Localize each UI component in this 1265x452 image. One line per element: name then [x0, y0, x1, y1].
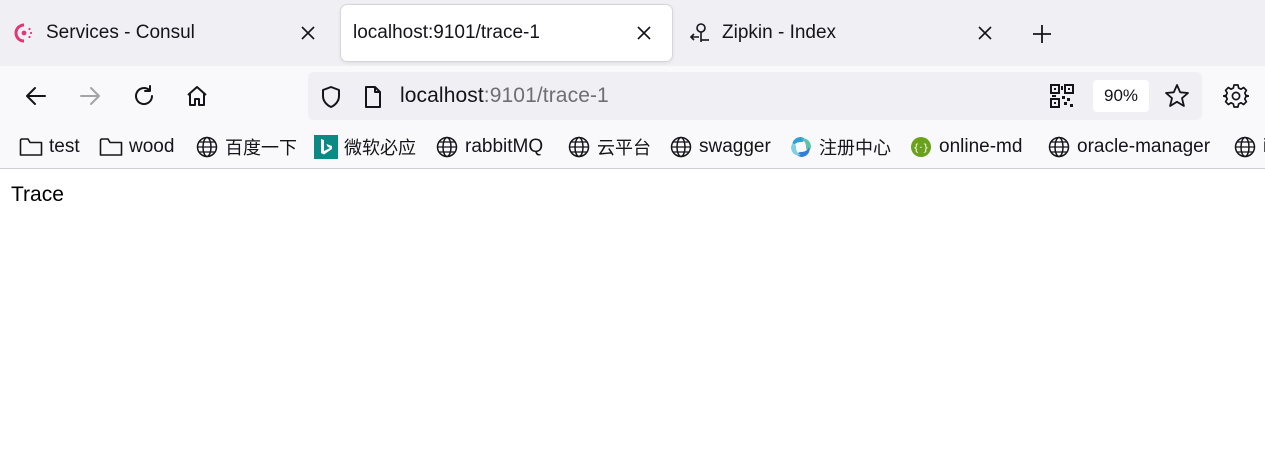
folder-icon [99, 135, 123, 159]
forward-button[interactable] [74, 80, 106, 112]
bookmark-bing[interactable]: 微软必应 [314, 134, 416, 160]
page-info-icon[interactable] [361, 84, 385, 110]
close-tab-icon[interactable] [298, 23, 318, 43]
svg-text:{·}: {·} [913, 143, 929, 154]
globe-icon [669, 135, 693, 159]
bookmark-registry-center[interactable]: 注册中心 [789, 134, 891, 160]
bookmark-swagger[interactable]: swagger [669, 134, 771, 160]
globe-icon [195, 135, 219, 159]
tab-trace-1[interactable]: localhost:9101/trace-1 [341, 5, 672, 61]
bookmark-cloud-platform[interactable]: 云平台 [567, 134, 651, 160]
close-tab-icon[interactable] [975, 23, 995, 43]
bookmark-label: 微软必应 [344, 138, 416, 159]
bookmark-label: swagger [699, 136, 771, 157]
bookmark-label: wood [129, 136, 175, 157]
arrow-left-icon [26, 87, 46, 105]
bookmark-label: test [49, 136, 80, 157]
bookmarks-toolbar: test wood 百度一下 微软必应 rabbitMQ 云平台 swagger… [0, 126, 1265, 169]
tab-strip: Services - Consul localhost:9101/trace-1… [0, 0, 1265, 66]
page-body-text: Trace [11, 183, 64, 206]
home-icon [187, 86, 207, 106]
bookmark-online-md[interactable]: {·} online-md [909, 134, 1022, 160]
new-tab-button[interactable] [1026, 18, 1058, 50]
address-bar[interactable]: localhost:9101/trace-1 90% [308, 72, 1202, 120]
nacos-icon [789, 135, 813, 159]
globe-icon [1233, 135, 1257, 159]
bookmark-label: rabbitMQ [465, 136, 544, 157]
url-path: :9101/trace-1 [483, 84, 609, 107]
bookmark-baidu[interactable]: 百度一下 [195, 134, 297, 160]
folder-icon [19, 135, 43, 159]
bookmark-label: 云平台 [597, 138, 651, 159]
navigation-toolbar: localhost:9101/trace-1 90% [0, 66, 1265, 126]
tab-zipkin-index[interactable]: Zipkin - Index [676, 5, 1013, 61]
url-text[interactable]: localhost:9101/trace-1 [400, 84, 609, 108]
bookmark-label: 注册中心 [819, 138, 891, 159]
tab-title: Zipkin - Index [722, 22, 837, 43]
qr-code-icon[interactable] [1050, 84, 1074, 108]
online-md-icon: {·} [909, 135, 933, 159]
globe-icon [567, 135, 591, 159]
bing-icon [314, 135, 338, 159]
bookmark-label: 百度一下 [225, 138, 297, 159]
reload-button[interactable] [128, 80, 160, 112]
bookmark-label: oracle-manager [1077, 136, 1211, 157]
bookmark-label: online-md [939, 136, 1023, 157]
reload-icon [135, 85, 154, 105]
tab-title: localhost:9101/trace-1 [353, 22, 540, 43]
bookmark-star-icon[interactable] [1164, 83, 1190, 109]
tab-title: Services - Consul [46, 22, 195, 43]
bookmark-folder-wood[interactable]: wood [99, 134, 174, 160]
consul-icon [13, 22, 35, 44]
globe-icon [1047, 135, 1071, 159]
zipkin-icon [689, 22, 711, 44]
tracking-protection-shield-icon[interactable] [318, 84, 344, 110]
globe-icon [435, 135, 459, 159]
url-host: localhost [400, 84, 484, 107]
page-content: Trace [0, 170, 1265, 452]
bookmark-rabbitmq[interactable]: rabbitMQ [435, 134, 543, 160]
back-button[interactable] [20, 80, 52, 112]
zoom-level-button[interactable]: 90% [1093, 80, 1149, 112]
arrow-right-icon [80, 87, 100, 105]
bookmark-oracle-manager[interactable]: oracle-manager [1047, 134, 1210, 160]
close-tab-icon[interactable] [634, 23, 654, 43]
bookmark-folder-test[interactable]: test [19, 134, 80, 160]
home-button[interactable] [181, 80, 213, 112]
tab-services-consul[interactable]: Services - Consul [0, 5, 336, 61]
settings-gear-icon[interactable] [1222, 82, 1250, 110]
bookmark-truncated[interactable]: i [1233, 134, 1265, 160]
